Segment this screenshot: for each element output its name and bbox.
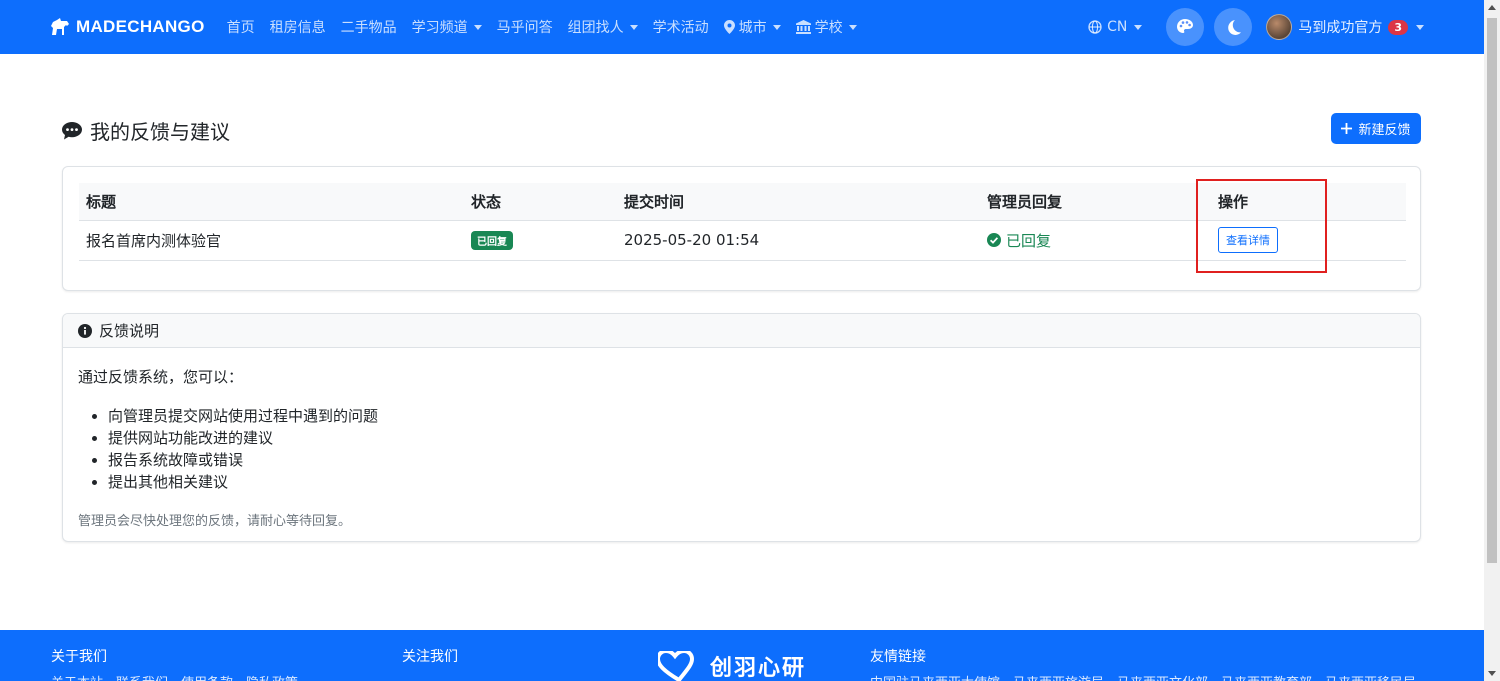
scroll-down-arrow-icon[interactable] — [1488, 671, 1496, 676]
footer: 关于我们 关于本站 联系我们 使用条款 隐私政策 关注我们 创羽心研 友情链接 … — [0, 630, 1484, 681]
nav-city-label: 城市 — [738, 20, 767, 36]
info-card-header: 反馈说明 — [63, 314, 1420, 348]
page-scrollbar[interactable] — [1484, 0, 1500, 681]
caret-down-icon — [1134, 24, 1143, 30]
admin-reply-status: 已回复 — [987, 230, 1204, 251]
page-title: 我的反馈与建议 — [62, 116, 230, 145]
footer-friend-links[interactable]: 中国驻马来西亚大使馆 马来西亚旅游局 马来西亚文化部 马来西亚教育部 马来西亚移… — [870, 672, 1416, 681]
footer-follow-heading: 关注我们 — [402, 649, 458, 665]
scrollbar-thumb[interactable] — [1487, 18, 1497, 563]
nav-qa[interactable]: 马乎问答 — [497, 17, 553, 37]
row-status-cell: 已回复 — [464, 220, 617, 261]
list-item: 提出其他相关建议 — [108, 471, 1405, 493]
nav-rentals-label: 租房信息 — [269, 20, 326, 36]
info-intro: 通过反馈系统，您可以： — [78, 368, 244, 386]
language-label: CN — [1107, 19, 1128, 35]
avatar — [1266, 14, 1293, 40]
horse-icon — [51, 18, 69, 35]
palette-icon — [1177, 19, 1194, 33]
user-name: 马到成功官方 — [1298, 20, 1383, 36]
caret-down-icon — [629, 24, 638, 30]
nav-secondhand-label: 二手物品 — [340, 20, 397, 36]
user-menu-dropdown[interactable]: 马到成功官方 3 — [1266, 14, 1424, 40]
caret-down-icon — [473, 24, 482, 30]
status-badge: 已回复 — [471, 230, 513, 250]
caret-down-icon — [848, 24, 857, 30]
column-header-action: 操作 — [1211, 183, 1406, 221]
new-feedback-label: 新建反馈 — [1358, 123, 1411, 138]
table-header-row: 标题 状态 提交时间 管理员回复 操作 — [79, 183, 1406, 221]
nav-right: CN 马到成功官方 3 — [1088, 0, 1424, 54]
nav-study-label: 学习频道 — [411, 20, 468, 36]
info-list: 向管理员提交网站使用过程中遇到的问题 提供网站功能改进的建议 报告系统故障或错误… — [108, 405, 1405, 493]
list-item: 提供网站功能改进的建议 — [108, 427, 1405, 449]
globe-icon — [1088, 20, 1102, 34]
feedback-table-card: 标题 状态 提交时间 管理员回复 操作 报名首席内测体验官 已回复 2025-0… — [62, 166, 1421, 291]
nav-study-dropdown[interactable]: 学习频道 — [412, 17, 482, 37]
top-navbar: MADECHANGO 首页 租房信息 二手物品 学习频道 马乎问答 组团找人 学… — [0, 0, 1484, 54]
moon-icon — [1228, 19, 1241, 35]
admin-reply-text: 已回复 — [1006, 231, 1052, 250]
nav-home[interactable]: 首页 — [227, 17, 255, 37]
footer-friends-heading: 友情链接 — [870, 649, 926, 665]
table-row: 报名首席内测体验官 已回复 2025-05-20 01:54 已回复 查看详情 — [79, 220, 1406, 261]
chat-bubble-icon — [62, 121, 82, 139]
info-circle-icon — [78, 323, 92, 338]
check-circle-icon — [987, 233, 1001, 247]
footer-logo: 创羽心研 — [658, 650, 806, 681]
heart-logo-icon — [658, 651, 695, 681]
nav-rentals[interactable]: 租房信息 — [270, 17, 326, 37]
column-header-admin-reply: 管理员回复 — [980, 183, 1211, 221]
info-card-title: 反馈说明 — [99, 322, 160, 340]
nav-group-dropdown[interactable]: 组团找人 — [568, 17, 638, 37]
column-header-status: 状态 — [464, 183, 617, 221]
nav-links: 首页 租房信息 二手物品 学习频道 马乎问答 组团找人 学术活动 城市 学校 — [227, 17, 857, 37]
nav-home-label: 首页 — [226, 20, 255, 36]
list-item: 向管理员提交网站使用过程中遇到的问题 — [108, 405, 1405, 427]
footer-logo-text: 创羽心研 — [710, 656, 807, 681]
brand-logo[interactable]: MADECHANGO — [50, 17, 205, 37]
nav-academic-label: 学术活动 — [652, 20, 709, 36]
feedback-table: 标题 状态 提交时间 管理员回复 操作 报名首席内测体验官 已回复 2025-0… — [79, 183, 1406, 261]
nav-school-label: 学校 — [814, 20, 843, 36]
row-submitted: 2025-05-20 01:54 — [617, 220, 980, 261]
nav-group-label: 组团找人 — [567, 20, 624, 36]
nav-secondhand[interactable]: 二手物品 — [341, 17, 397, 37]
column-header-title: 标题 — [79, 183, 464, 221]
nav-city-dropdown[interactable]: 城市 — [723, 17, 781, 37]
theme-palette-button[interactable] — [1166, 8, 1205, 46]
dark-mode-toggle[interactable] — [1214, 8, 1253, 46]
map-pin-icon — [723, 20, 735, 34]
scroll-up-arrow-icon[interactable] — [1488, 5, 1496, 10]
column-header-submitted: 提交时间 — [617, 183, 980, 221]
brand-name: MADECHANGO — [76, 17, 205, 36]
nav-qa-label: 马乎问答 — [496, 20, 553, 36]
footer-about-heading: 关于我们 — [51, 649, 107, 665]
language-dropdown[interactable]: CN — [1088, 19, 1143, 35]
row-title: 报名首席内测体验官 — [79, 220, 464, 261]
nav-school-dropdown[interactable]: 学校 — [795, 17, 857, 37]
nav-academic[interactable]: 学术活动 — [653, 17, 709, 37]
view-details-button[interactable]: 查看详情 — [1218, 227, 1278, 253]
plus-icon — [1341, 123, 1353, 134]
footer-about-links[interactable]: 关于本站 联系我们 使用条款 隐私政策 — [51, 672, 298, 681]
page-title-text: 我的反馈与建议 — [90, 120, 230, 144]
list-item: 报告系统故障或错误 — [108, 449, 1405, 471]
notification-badge: 3 — [1388, 19, 1408, 35]
university-icon — [795, 20, 811, 34]
caret-down-icon — [1416, 24, 1424, 30]
row-admin-reply-cell: 已回复 — [980, 220, 1211, 261]
info-card-body: 通过反馈系统，您可以： 向管理员提交网站使用过程中遇到的问题 提供网站功能改进的… — [63, 348, 1420, 541]
caret-down-icon — [772, 24, 781, 30]
row-action-cell: 查看详情 — [1211, 220, 1406, 261]
new-feedback-button[interactable]: 新建反馈 — [1331, 113, 1421, 144]
info-note: 管理员会尽快处理您的反馈，请耐心等待回复。 — [78, 514, 352, 529]
feedback-info-card: 反馈说明 通过反馈系统，您可以： 向管理员提交网站使用过程中遇到的问题 提供网站… — [62, 313, 1421, 542]
